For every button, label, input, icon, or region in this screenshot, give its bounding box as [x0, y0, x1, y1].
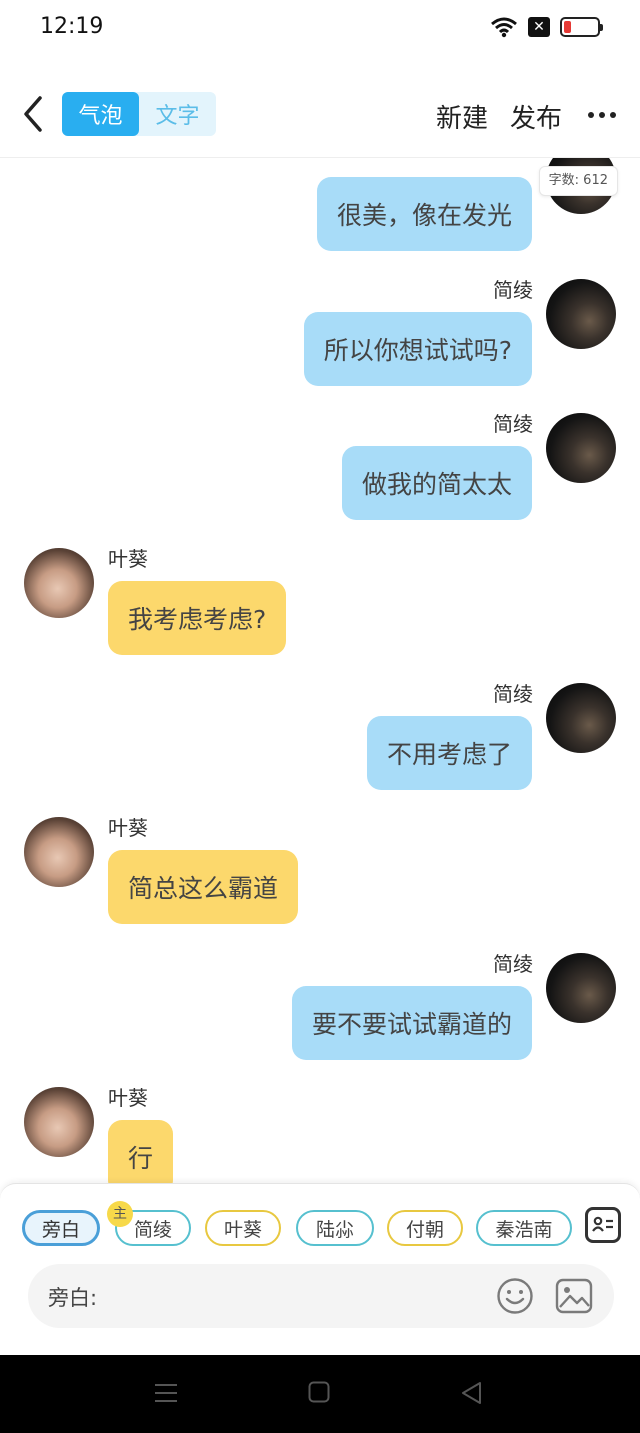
new-button[interactable]: 新建: [436, 98, 488, 135]
nav-back-triangle-icon[interactable]: [460, 1381, 482, 1405]
character-chip[interactable]: 付朝: [387, 1210, 463, 1246]
status-bar: 12:19 ✕: [0, 0, 640, 60]
character-chip[interactable]: 秦浩南: [476, 1210, 572, 1246]
image-picture-icon[interactable]: [555, 1278, 593, 1314]
avatar[interactable]: [546, 953, 616, 1023]
input-panel: 旁白 简绫 叶葵 陆尛 付朝 秦浩南 旁白:: [0, 1183, 640, 1355]
message-bubble[interactable]: 所以你想试试吗?: [303, 312, 532, 386]
tab-bubble[interactable]: 气泡: [62, 92, 139, 136]
menu-lines-icon[interactable]: [154, 1381, 178, 1405]
avatar[interactable]: [546, 279, 616, 349]
avatar[interactable]: [24, 1087, 94, 1157]
emoji-smile-icon[interactable]: [496, 1277, 534, 1315]
word-count-badge: 字数: 612: [538, 166, 618, 196]
message-bubble[interactable]: 很美，像在发光: [316, 177, 532, 251]
sender-name: 叶葵: [108, 1086, 148, 1110]
more-dots-icon[interactable]: [588, 112, 616, 118]
character-chip[interactable]: 陆尛: [296, 1210, 374, 1246]
message-bubble[interactable]: 行: [108, 1120, 174, 1183]
header: 气泡 文字 新建 发布: [0, 60, 640, 158]
character-chip-narration[interactable]: 旁白: [22, 1210, 100, 1246]
character-selector: 旁白 简绫 叶葵 陆尛 付朝 秦浩南: [22, 1208, 572, 1248]
status-icons: ✕: [490, 16, 603, 38]
tab-text[interactable]: 文字: [139, 92, 216, 136]
protagonist-badge: 主: [107, 1201, 133, 1227]
publish-button[interactable]: 发布: [510, 98, 562, 135]
sender-name: 叶葵: [108, 816, 148, 840]
avatar[interactable]: [546, 413, 616, 483]
home-square-icon[interactable]: [308, 1381, 330, 1403]
message-bubble[interactable]: 简总这么霸道: [108, 850, 299, 924]
chat-area[interactable]: 简绫 很美，像在发光 简绫 所以你想试试吗? 简绫 做我的简太太 叶葵 我考虑考…: [0, 158, 640, 1183]
message-input[interactable]: [106, 1276, 476, 1316]
status-time: 12:19: [40, 14, 104, 39]
battery-low-icon: [560, 17, 603, 37]
sim-off-icon: ✕: [528, 17, 550, 37]
sender-name: 简绫: [493, 682, 533, 706]
message-bubble[interactable]: 不用考虑了: [366, 716, 532, 790]
message-bubble[interactable]: 要不要试试霸道的: [291, 986, 532, 1060]
sender-name: 简绫: [493, 278, 533, 302]
message-bubble[interactable]: 做我的简太太: [341, 446, 532, 520]
system-nav-bar: [0, 1355, 640, 1433]
character-chip[interactable]: 叶葵: [205, 1210, 281, 1246]
message-input-box: 旁白:: [28, 1264, 614, 1328]
avatar[interactable]: [24, 548, 94, 618]
avatar[interactable]: [546, 683, 616, 753]
input-speaker-label: 旁白:: [48, 1286, 98, 1310]
contacts-card-icon[interactable]: [585, 1207, 621, 1243]
back-arrow-icon[interactable]: [18, 94, 48, 134]
sender-name: 简绫: [493, 952, 533, 976]
battery-fill: [564, 21, 571, 33]
wifi-icon: [491, 17, 517, 38]
sender-name: 叶葵: [108, 547, 148, 571]
mode-toggle: 气泡 文字: [62, 92, 216, 136]
sender-name: 简绫: [493, 412, 533, 436]
avatar[interactable]: [24, 817, 94, 887]
message-bubble[interactable]: 我考虑考虑?: [108, 581, 287, 655]
